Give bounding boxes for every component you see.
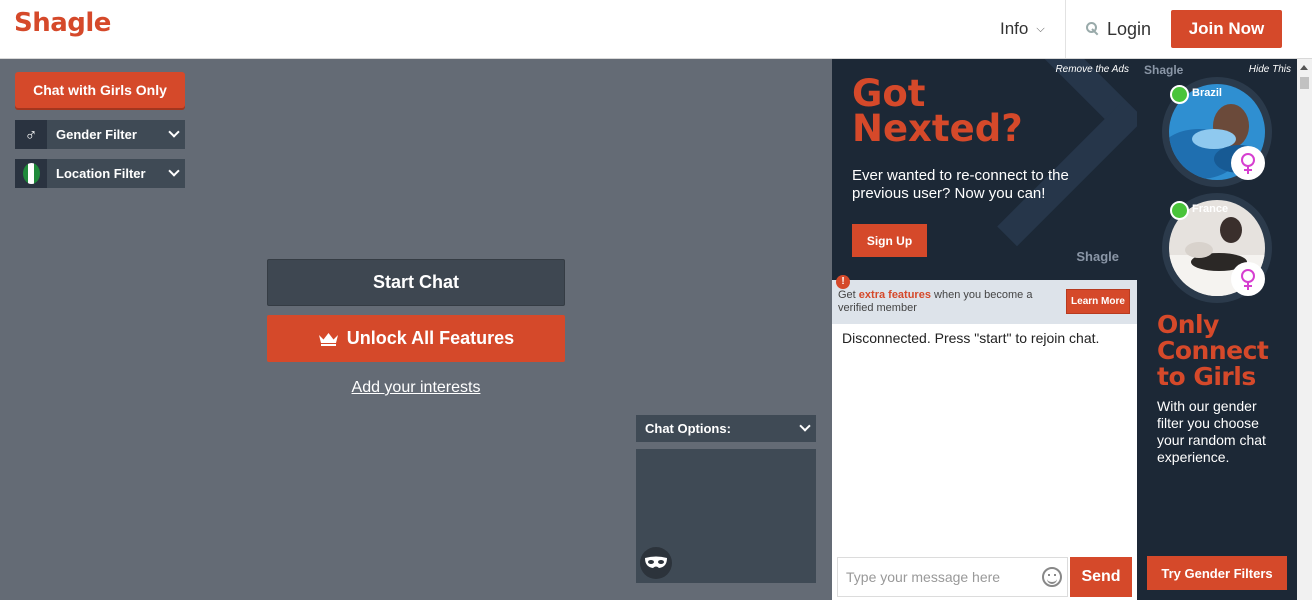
message-input[interactable] — [838, 558, 1033, 596]
female-icon — [1231, 262, 1265, 296]
alert-icon: ! — [836, 275, 850, 289]
sign-up-button[interactable]: Sign Up — [852, 224, 927, 257]
profile-country: Brazil — [1192, 87, 1222, 99]
chat-with-girls-button[interactable]: Chat with Girls Only — [15, 72, 185, 108]
flag-icon — [15, 159, 47, 188]
verify-text: Get extra features when you become a ver… — [838, 289, 1063, 315]
ad-brand-logo: Shagle — [1144, 63, 1184, 77]
info-menu[interactable]: Info ⌵ — [988, 0, 1057, 58]
verify-text-highlight: extra features — [858, 289, 931, 301]
header-divider — [1065, 0, 1066, 58]
gender-filter-dropdown[interactable]: ♂ Gender Filter — [15, 120, 185, 149]
location-filter-dropdown[interactable]: Location Filter — [15, 159, 185, 188]
chevron-down-icon — [799, 420, 811, 432]
scroll-up-arrow[interactable] — [1300, 65, 1308, 70]
emoji-icon[interactable] — [1042, 567, 1062, 587]
remove-ads-link[interactable]: Remove the Ads — [1055, 64, 1129, 75]
unlock-label: Unlock All Features — [346, 328, 515, 348]
unlock-features-button[interactable]: Unlock All Features — [267, 315, 565, 362]
profile-country: France — [1192, 203, 1229, 215]
try-gender-filters-button[interactable]: Try Gender Filters — [1147, 556, 1287, 590]
chevron-down-icon — [168, 165, 180, 177]
ad-brand-logo: Shagle — [1076, 249, 1119, 264]
gender-filter-label: Gender Filter — [56, 127, 137, 142]
verify-text-pre: Get — [838, 289, 859, 301]
login-label: Login — [1107, 18, 1152, 39]
mask-icon[interactable] — [640, 547, 672, 579]
key-icon — [1086, 22, 1100, 36]
chat-options-label: Chat Options: — [645, 421, 731, 436]
male-icon: ♂ — [15, 120, 47, 149]
location-filter-label: Location Filter — [56, 166, 146, 181]
chat-status-message: Disconnected. Press "start" to rejoin ch… — [842, 330, 1100, 346]
join-now-button[interactable]: Join Now — [1171, 10, 1282, 48]
ad-subtext: With our gender filter you choose your r… — [1157, 398, 1266, 465]
scrollbar-thumb[interactable] — [1300, 77, 1309, 89]
profile-card[interactable]: Brazil — [1162, 77, 1272, 187]
gender-filter-ad: Shagle Hide This Brazil France Only Conn… — [1137, 59, 1297, 600]
chat-options-dropdown[interactable]: Chat Options: — [636, 415, 816, 442]
got-nexted-ad: Remove the Ads Got Nexted? Ever wanted t… — [832, 59, 1137, 280]
scrollbar[interactable] — [1297, 59, 1312, 600]
add-interests-link[interactable]: Add your interests — [267, 379, 565, 397]
header: Shagle Info ⌵ Login Join Now — [0, 0, 1312, 59]
self-video-preview — [636, 449, 816, 583]
verified-member-banner: ! Get extra features when you become a v… — [832, 275, 1137, 324]
profile-card[interactable]: France — [1162, 193, 1272, 303]
login-link[interactable]: Login — [1086, 0, 1151, 58]
start-chat-button[interactable]: Start Chat — [267, 259, 565, 306]
ad-title-line2: Nexted? — [852, 107, 1023, 150]
shagle-logo[interactable]: Shagle — [14, 8, 111, 38]
chevron-down-icon: ⌵ — [1036, 22, 1045, 35]
send-button[interactable]: Send — [1070, 557, 1132, 597]
chevron-down-icon — [168, 126, 180, 138]
online-indicator — [1170, 85, 1189, 104]
ad-title: Got Nexted? — [852, 72, 1023, 150]
female-icon — [1231, 146, 1265, 180]
online-indicator — [1170, 201, 1189, 220]
hide-ad-link[interactable]: Hide This — [1249, 64, 1291, 75]
ad-description: Ever wanted to re-connect to the previou… — [852, 167, 1069, 202]
ad-title-line1: Got — [852, 72, 926, 115]
info-label: Info — [1000, 19, 1029, 38]
ad-headline: Only Connect to Girls — [1157, 310, 1269, 391]
message-input-box — [837, 557, 1068, 597]
crown-icon — [318, 333, 338, 346]
learn-more-button[interactable]: Learn More — [1066, 289, 1130, 314]
